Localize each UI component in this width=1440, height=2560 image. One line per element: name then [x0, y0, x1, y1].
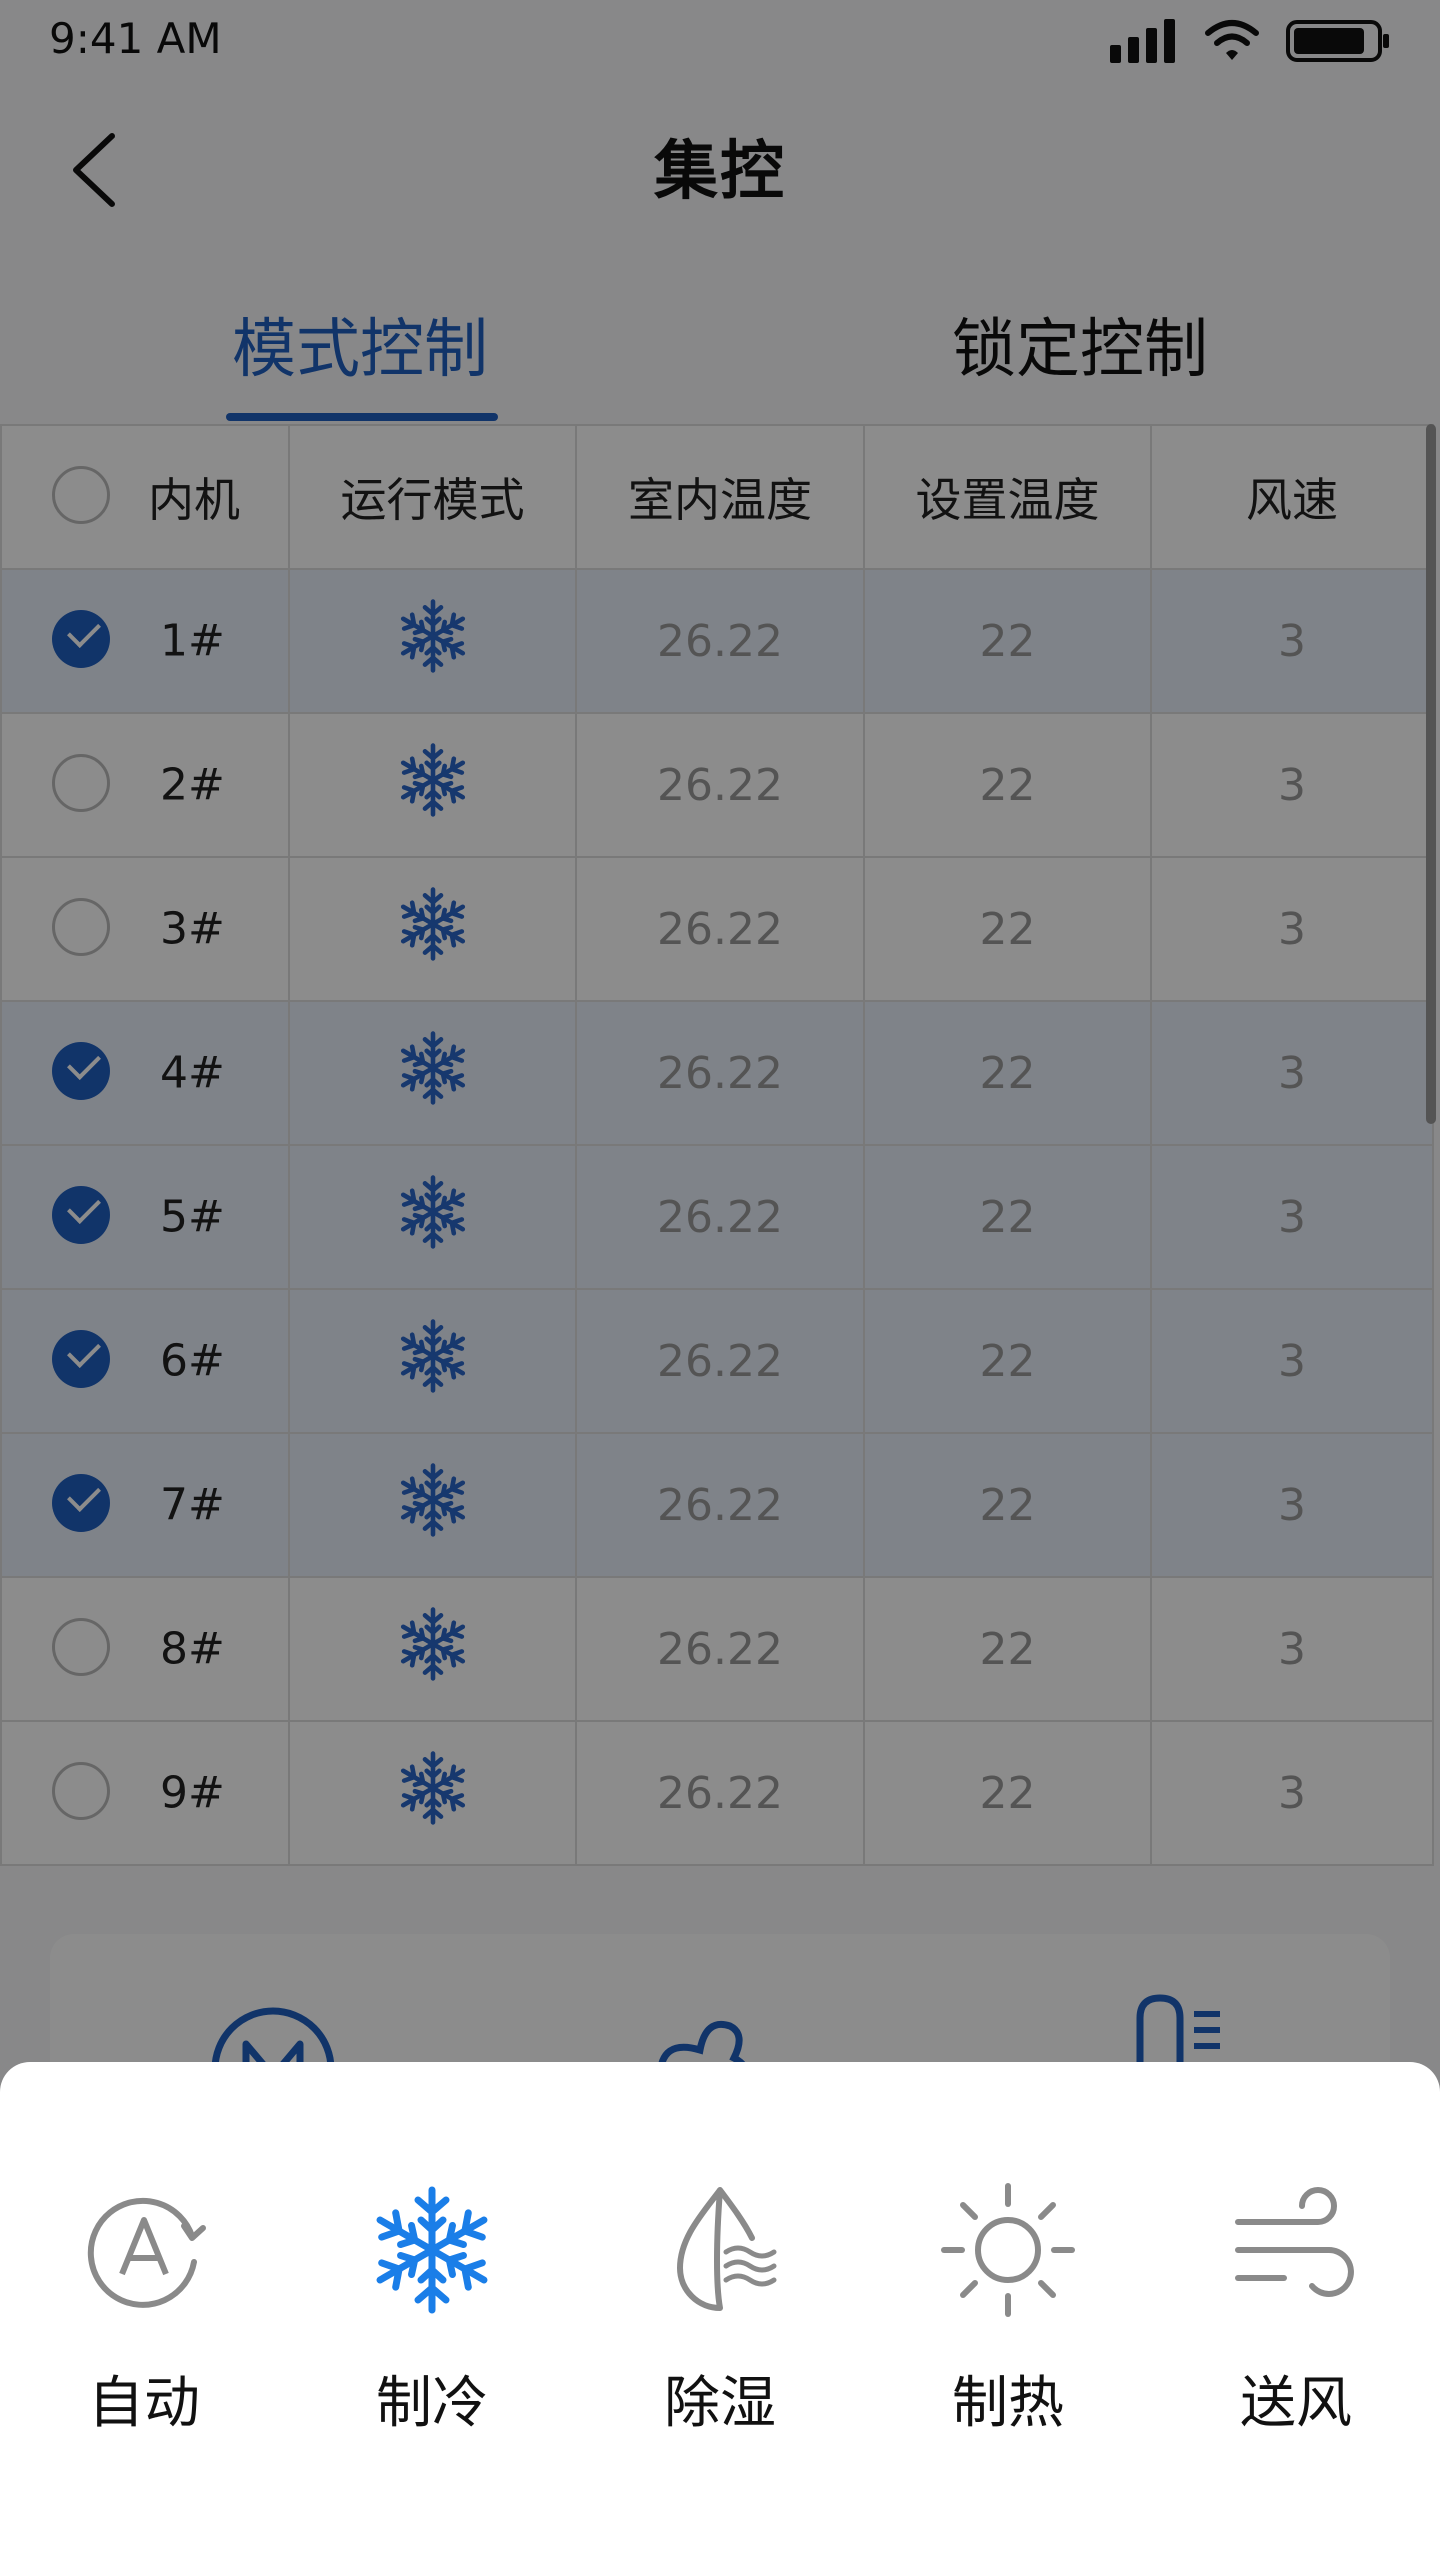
- snowflake-icon: [364, 2186, 500, 2318]
- mode-option-heat[interactable]: 制热: [864, 2182, 1152, 2439]
- mode-selection-sheet: 自动 制冷 除湿 制热 送风: [0, 2062, 1440, 2560]
- mode-label-dehumidify: 除湿: [664, 2371, 776, 2436]
- mode-option-dehumidify[interactable]: 除湿: [576, 2182, 864, 2439]
- mode-option-fan[interactable]: 送风: [1152, 2182, 1440, 2439]
- mode-label-auto: 自动: [88, 2371, 200, 2436]
- wind-icon: [1235, 2187, 1354, 2297]
- mode-option-auto[interactable]: 自动: [0, 2182, 288, 2439]
- mode-option-cool[interactable]: 制冷: [288, 2182, 576, 2439]
- mode-label-heat: 制热: [952, 2371, 1064, 2436]
- sun-icon: [941, 2183, 1075, 2317]
- mode-label-fan: 送风: [1240, 2371, 1352, 2436]
- dehumidify-icon: [677, 2187, 777, 2311]
- auto-icon: [87, 2197, 206, 2308]
- mode-label-cool: 制冷: [376, 2371, 488, 2436]
